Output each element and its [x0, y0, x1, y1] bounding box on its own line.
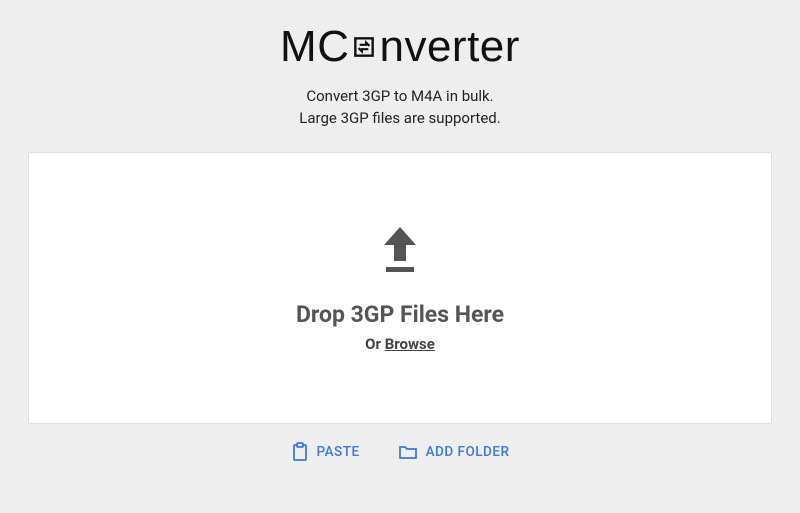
- upload-icon: [376, 223, 424, 279]
- add-folder-button[interactable]: ADD FOLDER: [398, 444, 510, 460]
- dropzone-title: Drop 3GP Files Here: [296, 301, 504, 328]
- clipboard-icon: [291, 442, 309, 462]
- logo-text-right: nverter: [379, 22, 519, 72]
- app-logo: MC nverter: [280, 22, 520, 72]
- logo-text-left: MC: [280, 22, 349, 72]
- subtitle-line-2: Large 3GP files are supported.: [299, 108, 500, 130]
- file-dropzone[interactable]: Drop 3GP Files Here Or Browse: [28, 152, 772, 424]
- subtitle-line-1: Convert 3GP to M4A in bulk.: [299, 86, 500, 108]
- page: MC nverter Convert 3GP to M4A in bulk. L…: [0, 0, 800, 480]
- folder-icon: [398, 444, 418, 460]
- dropzone-subtitle: Or Browse: [365, 335, 435, 353]
- actions-row: PASTE ADD FOLDER: [291, 442, 510, 462]
- subtitle: Convert 3GP to M4A in bulk. Large 3GP fi…: [299, 86, 500, 130]
- browse-link[interactable]: Browse: [385, 335, 435, 353]
- dropzone-or-text: Or: [365, 335, 385, 353]
- paste-button[interactable]: PASTE: [291, 442, 360, 462]
- paste-label: PASTE: [317, 444, 360, 460]
- add-folder-label: ADD FOLDER: [426, 444, 510, 460]
- swap-icon: [351, 34, 377, 60]
